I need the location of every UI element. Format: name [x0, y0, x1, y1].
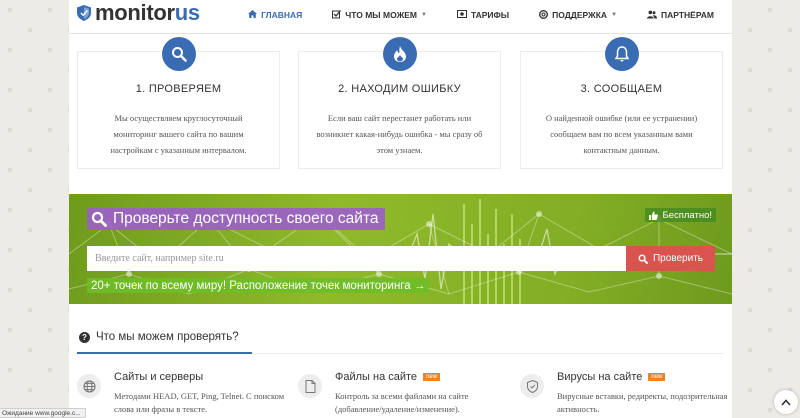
feature-title: Вирусы на сайте new: [557, 371, 666, 383]
step-title: 2. НАХОДИМ ОШИБКУ: [338, 83, 461, 95]
check-site-banner: Проверьте доступность своего сайта Беспл…: [69, 194, 732, 304]
features-heading-text: Что мы можем проверять?: [96, 331, 239, 343]
search-icon: [91, 211, 107, 227]
banner-title: Проверьте доступность своего сайта: [87, 208, 385, 230]
step-title: 1. ПРОВЕРЯЕМ: [135, 83, 222, 95]
money-icon: [456, 10, 467, 20]
nav-item-label: ТАРИФЫ: [470, 10, 510, 20]
nav-item-label: ПАРТНЁРАМ: [661, 10, 714, 20]
feature-title-text: Сайты и серверы: [114, 371, 204, 383]
chevron-down-icon: ▼: [421, 12, 427, 18]
checkbox-icon: [332, 9, 342, 21]
file-icon: [298, 374, 322, 398]
feature-title: Сайты и серверы: [114, 371, 203, 383]
banner-title-text: Проверьте доступность своего сайта: [113, 210, 379, 227]
free-badge: Бесплатно!: [645, 208, 716, 222]
step-card-find-error: 2. НАХОДИМ ОШИБКУ Если ваш сайт перестан…: [298, 37, 501, 169]
search-icon: [638, 253, 648, 264]
nav-item-tariffs[interactable]: ТАРИФЫ: [456, 10, 510, 20]
feature-title-text: Файлы на сайте: [335, 371, 418, 383]
browser-status-bar: Ожидание www.google.c...: [0, 408, 86, 418]
shield-icon: [520, 374, 544, 398]
lifebuoy-icon: [539, 9, 549, 21]
feature-sites-servers[interactable]: Сайты и серверы Методами HEAD, GET, Ping…: [77, 369, 287, 418]
nav-item-home[interactable]: ГЛАВНАЯ: [248, 10, 302, 20]
logo-text: monitorus: [95, 2, 200, 24]
feature-text: Методами HEAD, GET, Ping, Telnet. С поис…: [114, 391, 285, 414]
feature-text: Вирусные вставки, редиректы, подозритель…: [557, 391, 728, 414]
new-badge: new: [423, 373, 441, 381]
site-url-input[interactable]: Введите сайт, например site.ru: [87, 246, 626, 271]
page-container: monitorus ГЛАВНАЯ ЧТО МЫ МОЖЕМ ▼ ТАРИФЫ …: [69, 0, 732, 418]
features-heading-underline: [77, 352, 252, 354]
feature-files[interactable]: Файлы на сайте new Контроль за всеми фай…: [298, 369, 508, 418]
new-badge: new: [648, 373, 666, 381]
bell-icon: [604, 37, 639, 71]
step-card-check: 1. ПРОВЕРЯЕМ Мы осуществляем круглосуточ…: [77, 37, 280, 169]
features-heading: ? Что мы можем проверять?: [79, 331, 239, 343]
fire-icon: [382, 37, 417, 71]
logo-text-part2: us: [174, 0, 200, 25]
check-button-label: Проверить: [652, 253, 703, 264]
nav-item-label: ЧТО МЫ МОЖЕМ: [345, 10, 417, 20]
feature-text: Контроль за всеми файлами на сайте (доба…: [335, 391, 469, 414]
nav-item-partners[interactable]: ПАРТНЁРАМ: [647, 10, 714, 21]
logo-shield-icon: [77, 5, 91, 21]
feature-viruses[interactable]: Вирусы на сайте new Вирусные вставки, ре…: [520, 369, 730, 418]
home-icon: [248, 10, 258, 20]
monitoring-points-link[interactable]: 20+ точек по всему миру! Расположение то…: [87, 278, 430, 293]
question-icon: ?: [79, 331, 90, 343]
check-button[interactable]: Проверить: [626, 246, 715, 271]
main-nav: ГЛАВНАЯ ЧТО МЫ МОЖЕМ ▼ ТАРИФЫ ПОДДЕРЖКА: [218, 0, 714, 30]
top-navbar: monitorus ГЛАВНАЯ ЧТО МЫ МОЖЕМ ▼ ТАРИФЫ …: [69, 0, 732, 34]
globe-icon: [77, 374, 101, 398]
step-text: Если ваш сайт перестанет работать или во…: [316, 113, 483, 155]
step-title: 3. СООБЩАЕМ: [580, 83, 663, 95]
logo-text-part1: monitor: [95, 0, 175, 25]
chevron-down-icon: ▼: [611, 12, 618, 18]
nav-item-what-we-can[interactable]: ЧТО МЫ МОЖЕМ ▼: [332, 9, 427, 21]
feature-title: Файлы на сайте new: [335, 371, 441, 383]
scroll-to-top-button[interactable]: [774, 390, 798, 414]
steps-section: 1. ПРОВЕРЯЕМ Мы осуществляем круглосуточ…: [69, 35, 732, 193]
step-text: Мы осуществляем круглосуточный мониторин…: [110, 113, 247, 155]
users-icon: [647, 10, 658, 21]
nav-item-label: ГЛАВНАЯ: [261, 10, 303, 20]
free-badge-text: Бесплатно!: [662, 209, 712, 221]
chevron-up-icon: [781, 398, 791, 406]
thumbs-up-icon: [649, 211, 659, 220]
feature-title-text: Вирусы на сайте: [557, 371, 643, 383]
step-card-notify: 3. СООБЩАЕМ О найденной ошибке (или ее у…: [520, 37, 723, 169]
site-logo[interactable]: monitorus: [77, 2, 200, 24]
nav-item-label: ПОДДЕРЖКА: [552, 10, 608, 20]
step-text: О найденной ошибке (или ее устранении) с…: [545, 113, 698, 155]
search-icon: [161, 37, 196, 71]
nav-item-support[interactable]: ПОДДЕРЖКА ▼: [539, 9, 618, 21]
